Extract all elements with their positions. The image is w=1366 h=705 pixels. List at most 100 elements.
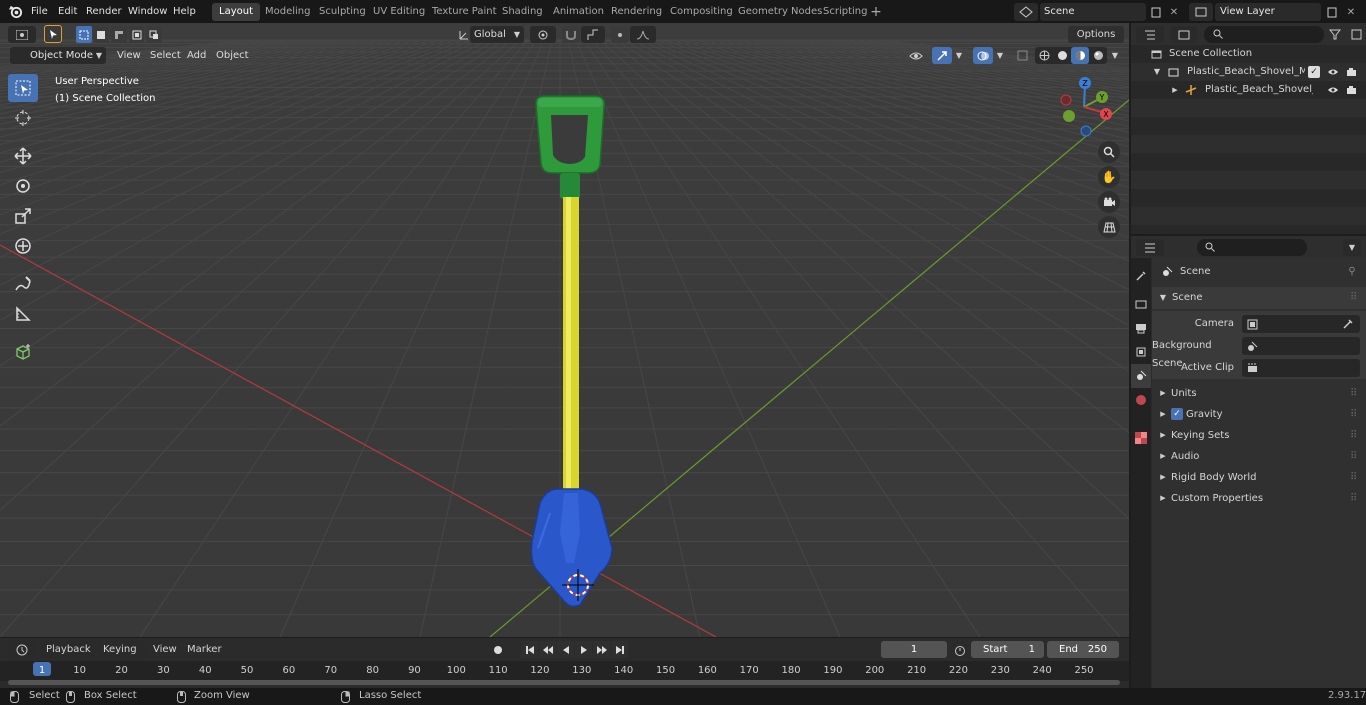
- outliner-row-object[interactable]: ▶ Plastic_Beach_Shovel_Mu: [1131, 81, 1366, 99]
- new-collection-icon[interactable]: [1349, 26, 1365, 43]
- section-custom-properties[interactable]: ▶ Custom Properties ⠿: [1152, 488, 1366, 509]
- proportional-edit-icon[interactable]: [611, 26, 629, 43]
- visibility-filter-icon[interactable]: [903, 47, 929, 64]
- view-layer-name-field[interactable]: View Layer: [1215, 3, 1321, 21]
- drag-handle-icon[interactable]: ⠿: [1350, 383, 1357, 404]
- 3d-viewport[interactable]: User Perspective (1) Scene Collection Z …: [0, 23, 1129, 637]
- drag-handle-icon[interactable]: ⠿: [1350, 404, 1357, 425]
- view-layer-selector-icon[interactable]: [1189, 3, 1213, 21]
- rendered-shading-icon[interactable]: [1089, 47, 1107, 64]
- world-tab-icon[interactable]: [1131, 388, 1151, 412]
- menu-help[interactable]: Help: [166, 0, 203, 23]
- stopwatch-icon[interactable]: [952, 641, 968, 658]
- gizmo-chevron-down-icon[interactable]: ▼: [953, 48, 965, 62]
- perspective-toggle-icon[interactable]: [1098, 216, 1120, 238]
- prev-keyframe-icon[interactable]: [539, 641, 556, 658]
- display-mode-icon[interactable]: [1171, 26, 1197, 43]
- tab-texture-paint[interactable]: Texture Paint: [425, 3, 504, 21]
- timeline-view-menu[interactable]: View: [153, 641, 177, 658]
- snap-toggle-icon[interactable]: [562, 26, 580, 43]
- tab-layout[interactable]: Layout: [212, 3, 260, 21]
- pin-icon[interactable]: ⚲: [1345, 265, 1359, 279]
- drag-handle-icon[interactable]: ⠿: [1350, 467, 1357, 488]
- tab-sculpting[interactable]: Sculpting: [312, 3, 373, 21]
- shovel-model[interactable]: [520, 93, 630, 613]
- wireframe-shading-icon[interactable]: [1035, 47, 1053, 64]
- blender-logo-icon[interactable]: [6, 3, 24, 20]
- scale-tool-icon[interactable]: [8, 202, 38, 230]
- drag-handle-icon[interactable]: ⠿: [1350, 446, 1357, 467]
- jump-start-icon[interactable]: [521, 641, 538, 658]
- tab-uv-editing[interactable]: UV Editing: [366, 3, 432, 21]
- scene-panel-header[interactable]: ▼ Scene ⠿: [1152, 287, 1366, 309]
- output-tab-icon[interactable]: [1131, 316, 1151, 340]
- tab-shading[interactable]: Shading: [495, 3, 550, 21]
- active-clip-field[interactable]: [1242, 359, 1360, 377]
- tab-animation[interactable]: Animation: [546, 3, 611, 21]
- overlays-chevron-down-icon[interactable]: ▼: [994, 48, 1006, 62]
- drag-handle-icon[interactable]: ⠿: [1350, 488, 1357, 509]
- gravity-checkbox-icon[interactable]: ✓: [1171, 408, 1183, 420]
- section-keying-sets[interactable]: ▶ Keying Sets ⠿: [1152, 425, 1366, 446]
- scene-tab-icon[interactable]: [1131, 364, 1151, 388]
- tool-cursor-icon[interactable]: [44, 25, 62, 43]
- view-layer-tab-icon[interactable]: [1131, 340, 1151, 364]
- play-icon[interactable]: [575, 641, 592, 658]
- tab-rendering[interactable]: Rendering: [604, 3, 669, 21]
- eye-icon[interactable]: [1326, 65, 1340, 79]
- texture-tab-icon[interactable]: [1131, 426, 1151, 450]
- tab-scripting[interactable]: Scripting: [816, 3, 874, 21]
- viewport-menu-select[interactable]: Select: [150, 47, 181, 64]
- section-rigid-body-world[interactable]: ▶ Rigid Body World ⠿: [1152, 467, 1366, 488]
- camera-render-icon[interactable]: [1344, 65, 1358, 79]
- rotate-tool-icon[interactable]: [8, 172, 38, 200]
- add-cube-tool-icon[interactable]: [8, 338, 38, 366]
- pivot-point-icon[interactable]: [530, 26, 556, 43]
- falloff-curve-icon[interactable]: [630, 26, 656, 43]
- drag-handle-icon[interactable]: ⠿: [1350, 287, 1357, 309]
- play-reverse-icon[interactable]: [557, 641, 574, 658]
- gizmo-toggle-icon[interactable]: [932, 47, 952, 64]
- record-keyframe-icon[interactable]: [481, 641, 515, 658]
- cursor-tool-icon[interactable]: [8, 104, 38, 132]
- xray-toggle-icon[interactable]: [1013, 47, 1031, 64]
- select-intersect-icon[interactable]: [146, 26, 162, 43]
- annotate-tool-icon[interactable]: [8, 270, 38, 298]
- expand-right-icon[interactable]: ▶: [1170, 83, 1180, 97]
- outliner-row-collection[interactable]: ▼ Plastic_Beach_Shovel_Multico ✓: [1131, 63, 1366, 81]
- select-new-icon[interactable]: [76, 26, 92, 43]
- section-audio[interactable]: ▶ Audio ⠿: [1152, 446, 1366, 467]
- viewport-menu-add[interactable]: Add: [187, 47, 206, 64]
- camera-view-icon[interactable]: [1098, 191, 1120, 213]
- select-subtract-icon[interactable]: [111, 26, 127, 43]
- measure-tool-icon[interactable]: [8, 300, 38, 328]
- select-extend-icon[interactable]: [93, 26, 110, 43]
- expand-down-icon[interactable]: ▼: [1152, 65, 1162, 79]
- marker-menu[interactable]: Marker: [187, 641, 222, 658]
- camera-field[interactable]: [1242, 315, 1360, 333]
- new-view-layer-icon[interactable]: [1324, 4, 1340, 20]
- section-units[interactable]: ▶ Units ⠿: [1152, 383, 1366, 404]
- overlays-toggle-icon[interactable]: [973, 47, 993, 64]
- tab-geometry-nodes[interactable]: Geometry Nodes: [731, 3, 829, 21]
- add-workspace-icon[interactable]: +: [868, 4, 884, 20]
- timeline-scrollbar[interactable]: [8, 680, 1120, 685]
- keying-menu[interactable]: Keying: [98, 641, 146, 658]
- transform-tool-icon[interactable]: [8, 232, 38, 260]
- zoom-icon[interactable]: [1098, 141, 1120, 163]
- next-keyframe-icon[interactable]: [593, 641, 610, 658]
- viewport-menu-object[interactable]: Object: [216, 47, 249, 64]
- background-scene-field[interactable]: [1242, 337, 1360, 355]
- editor-type-icon[interactable]: [8, 26, 36, 43]
- shading-chevron-down-icon[interactable]: ▼: [1109, 48, 1121, 62]
- pan-hand-icon[interactable]: ✋: [1098, 166, 1120, 188]
- snap-target-icon[interactable]: [581, 26, 605, 43]
- timeline-editor-type-icon[interactable]: [8, 641, 36, 658]
- new-scene-icon[interactable]: [1148, 4, 1164, 20]
- jump-end-icon[interactable]: [611, 641, 628, 658]
- navigation-gizmo[interactable]: Z Y X: [1056, 75, 1116, 139]
- tab-modeling[interactable]: Modeling: [258, 3, 318, 21]
- move-tool-icon[interactable]: [8, 142, 38, 170]
- drag-handle-icon[interactable]: ⠿: [1350, 425, 1357, 446]
- outliner-editor-type-icon[interactable]: [1136, 26, 1164, 43]
